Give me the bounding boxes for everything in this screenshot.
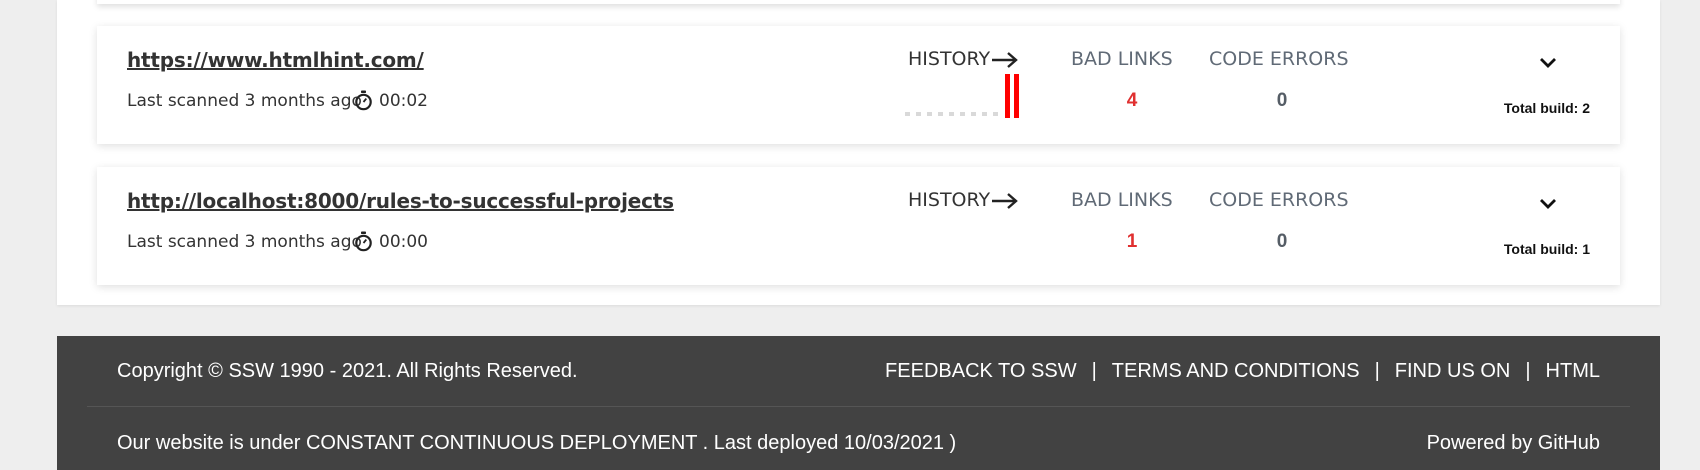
- footer-divider: [87, 406, 1630, 407]
- total-build: Total build: 2: [1503, 100, 1590, 116]
- last-scanned-text: Last scanned 3 months ago: [127, 91, 362, 111]
- history-dot: [971, 112, 976, 116]
- scan-duration: 00:00: [379, 232, 428, 252]
- site-footer: Copyright © SSW 1990 - 2021. All Rights …: [57, 336, 1660, 470]
- code-errors-count: 0: [1276, 90, 1288, 111]
- last-scanned-text: Last scanned 3 months ago: [127, 232, 362, 252]
- scan-duration: 00:02: [379, 91, 428, 111]
- history-dot: [927, 112, 932, 116]
- scan-url-link[interactable]: http://localhost:8000/rules-to-successfu…: [127, 189, 674, 213]
- scan-card: http://localhost:8000/rules-to-successfu…: [97, 167, 1620, 285]
- history-link[interactable]: HISTORY: [908, 189, 990, 211]
- link-separator: |: [1374, 360, 1380, 382]
- history-bar: [1014, 74, 1019, 118]
- copyright-text: Copyright © SSW 1990 - 2021. All Rights …: [117, 360, 578, 382]
- code-errors-label: CODE ERRORS: [1209, 48, 1349, 70]
- stopwatch-icon: [355, 231, 372, 252]
- stopwatch-icon: [355, 90, 372, 111]
- code-errors-label: CODE ERRORS: [1209, 189, 1349, 211]
- footer-link-html[interactable]: HTML: [1546, 360, 1600, 382]
- history-dot: [982, 112, 987, 116]
- history-dot: [905, 112, 910, 116]
- history-dot: [916, 112, 921, 116]
- arrow-right-icon[interactable]: [991, 50, 1019, 70]
- bad-links-label: BAD LINKS: [1071, 48, 1173, 70]
- link-separator: |: [1091, 360, 1097, 382]
- arrow-right-icon[interactable]: [991, 191, 1019, 211]
- bad-links-label: BAD LINKS: [1071, 189, 1173, 211]
- history-link[interactable]: HISTORY: [908, 48, 990, 70]
- chevron-down-icon[interactable]: [1539, 56, 1557, 70]
- chevron-down-icon[interactable]: [1539, 197, 1557, 211]
- previous-scan-card: [97, 0, 1620, 4]
- deployment-text: Our website is under CONSTANT CONTINUOUS…: [117, 432, 957, 454]
- history-dot: [949, 112, 954, 116]
- powered-by-text[interactable]: Powered by GitHub: [1427, 432, 1600, 455]
- footer-links: FEEDBACK TO SSW | TERMS AND CONDITIONS | FIN…: [885, 360, 1600, 383]
- scan-card: https://www.htmlhint.com/ Last scanned 3…: [97, 26, 1620, 144]
- history-dot: [993, 112, 998, 116]
- scan-url-link[interactable]: https://www.htmlhint.com/: [127, 48, 424, 72]
- bad-links-count: 4: [1126, 90, 1138, 111]
- history-dot: [960, 112, 965, 116]
- history-chart: [905, 74, 1019, 118]
- bad-links-count: 1: [1126, 231, 1138, 252]
- link-separator: |: [1525, 360, 1531, 382]
- footer-link-feedback[interactable]: FEEDBACK TO SSW: [885, 360, 1077, 382]
- footer-link-find-us[interactable]: FIND US ON: [1395, 360, 1511, 382]
- history-bar: [1005, 74, 1010, 118]
- footer-link-terms[interactable]: TERMS AND CONDITIONS: [1112, 360, 1360, 382]
- history-dot: [938, 112, 943, 116]
- code-errors-count: 0: [1276, 231, 1288, 252]
- total-build: Total build: 1: [1503, 241, 1590, 257]
